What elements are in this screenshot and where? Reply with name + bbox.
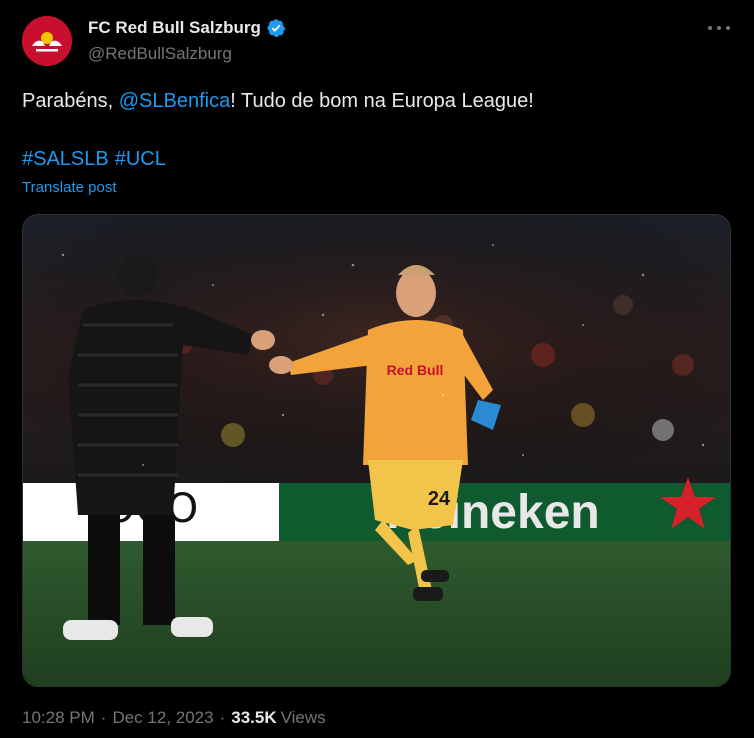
tweet-text-end: ! Tudo de bom na Europa League! [230,90,534,112]
meta-separator: · [219,708,226,727]
tweet-media-photo[interactable]: OOO Heineken Red Bull 24 [22,214,731,687]
match-photo: OOO Heineken Red Bull 24 [23,215,730,686]
more-dots-icon[interactable] [708,20,730,36]
author-handle[interactable]: @RedBullSalzburg [88,44,232,64]
author-name-row: FC Red Bull Salzburg [88,18,286,38]
tweet-date[interactable]: Dec 12, 2023 [112,708,213,728]
hashtag-link[interactable]: #SALSLB [22,148,109,170]
views-count[interactable]: 33.5K [231,708,276,728]
mention-link[interactable]: @SLBenfica [119,90,230,112]
hashtag-link[interactable]: #UCL [115,148,166,170]
jersey-brand: Red Bull [387,362,444,378]
translate-post-link[interactable]: Translate post [22,179,117,196]
tweet-meta: 10:28 PM · Dec 12, 2023 · 33.5K Views [22,708,326,728]
tweet-text-start: Parabéns, [22,90,119,112]
author-display-name[interactable]: FC Red Bull Salzburg [88,18,261,38]
jersey-number: 24 [428,488,451,510]
verified-badge-icon [266,18,286,38]
tweet-time[interactable]: 10:28 PM [22,708,95,728]
views-label: Views [280,708,326,727]
avatar[interactable] [22,16,72,66]
hashtags: #SALSLB #UCL [22,146,172,172]
red-bull-logo-icon [22,16,72,66]
tweet-text: Parabéns, @SLBenfica! Tudo de bom na Eur… [22,88,534,114]
meta-separator: · [100,708,107,727]
